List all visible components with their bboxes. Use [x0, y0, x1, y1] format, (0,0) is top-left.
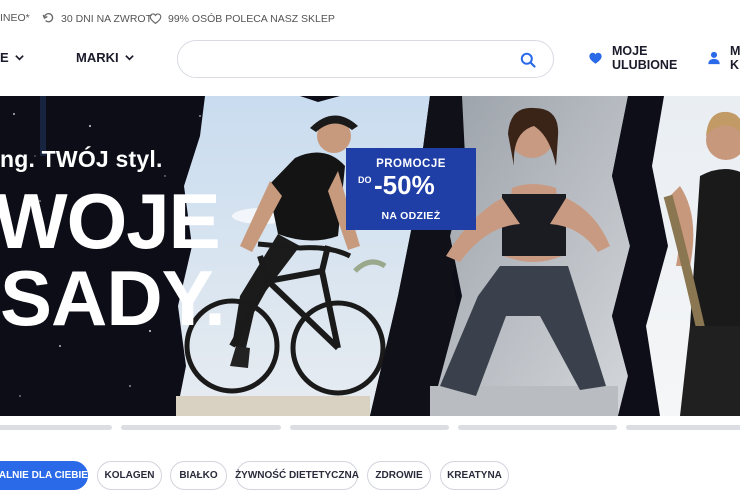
chevron-down-icon — [14, 55, 24, 61]
category-chips: CJALNIE DLA CIEBIE KOLAGEN BIAŁKO ŻYWNOŚ… — [0, 461, 740, 491]
account-link[interactable]: M K — [707, 44, 740, 72]
chip-health[interactable]: ZDROWIE — [367, 461, 431, 490]
return-arrow-icon — [42, 13, 54, 23]
hero-headline-line2: SADY. — [0, 254, 226, 342]
search-icon[interactable] — [520, 52, 536, 68]
slider-dot[interactable] — [626, 425, 740, 430]
topbar-item-recommend: 99% OSÓB POLECA NASZ SKLEP — [149, 12, 335, 25]
topbar-item-recommend-label: 99% OSÓB POLECA NASZ SKLEP — [168, 12, 335, 25]
search-bar[interactable] — [177, 40, 554, 78]
promo-title: PROMOCJE — [376, 158, 446, 170]
chip-collagen[interactable]: KOLAGEN — [97, 461, 162, 490]
account-label-line1: M — [730, 44, 740, 58]
favorites-label-line1: MOJE — [612, 44, 648, 58]
chip-protein[interactable]: BIAŁKO — [170, 461, 227, 490]
chevron-down-icon — [124, 55, 134, 61]
promo-do-label: DO — [358, 175, 372, 185]
slider-dot[interactable] — [121, 425, 281, 430]
nav-item-brands-label: MARKI — [76, 50, 119, 65]
favorites-label-line2: ULUBIONE — [612, 58, 678, 72]
chip-creatine[interactable]: KREATYNA — [440, 461, 509, 490]
chip-recommended[interactable]: CJALNIE DLA CIEBIE — [0, 461, 88, 490]
slider-dot[interactable] — [290, 425, 449, 430]
hero-banner[interactable]: ng. TWÓJ styl. WOJE SADY. PROMOCJE DO -5… — [0, 96, 740, 416]
topbar-item-returns-label: 30 DNI NA ZWROT — [61, 12, 153, 25]
heart-icon — [589, 52, 602, 64]
chip-diet-food[interactable]: ŻYWNOŚĆ DIETETYCZNA — [235, 461, 359, 490]
topbar-item-shipping: INEO* — [0, 12, 30, 24]
favorites-label: MOJE ULUBIONE — [612, 44, 677, 72]
nav-item-brands[interactable]: MARKI — [76, 50, 135, 65]
top-info-bar: INEO* 30 DNI NA ZWROT 99% OSÓB POLECA NA… — [0, 0, 740, 38]
favorites-link[interactable]: MOJE ULUBIONE — [588, 44, 677, 72]
search-input[interactable] — [194, 49, 504, 69]
promo-value: -50% — [374, 170, 435, 200]
heart-outline-icon — [149, 13, 162, 25]
hero-headline-line1: WOJE — [0, 177, 221, 265]
user-icon — [708, 51, 720, 65]
topbar-item-shipping-label: INEO* — [0, 12, 30, 24]
slider-indicators — [0, 425, 740, 431]
hero-tagline: ng. TWÓJ styl. — [0, 146, 163, 172]
slider-dot[interactable] — [458, 425, 617, 430]
promo-badge[interactable]: PROMOCJE DO -50% NA ODZIEŻ — [346, 148, 476, 230]
promo-subtitle: NA ODZIEŻ — [381, 210, 441, 222]
account-label-line2: K — [730, 58, 740, 72]
topbar-item-returns: 30 DNI NA ZWROT — [42, 12, 152, 25]
nav-item-categories-label: E — [0, 50, 9, 65]
account-label: M K — [730, 44, 740, 72]
slider-dot[interactable] — [0, 425, 112, 430]
nav-item-categories[interactable]: E — [0, 50, 25, 65]
